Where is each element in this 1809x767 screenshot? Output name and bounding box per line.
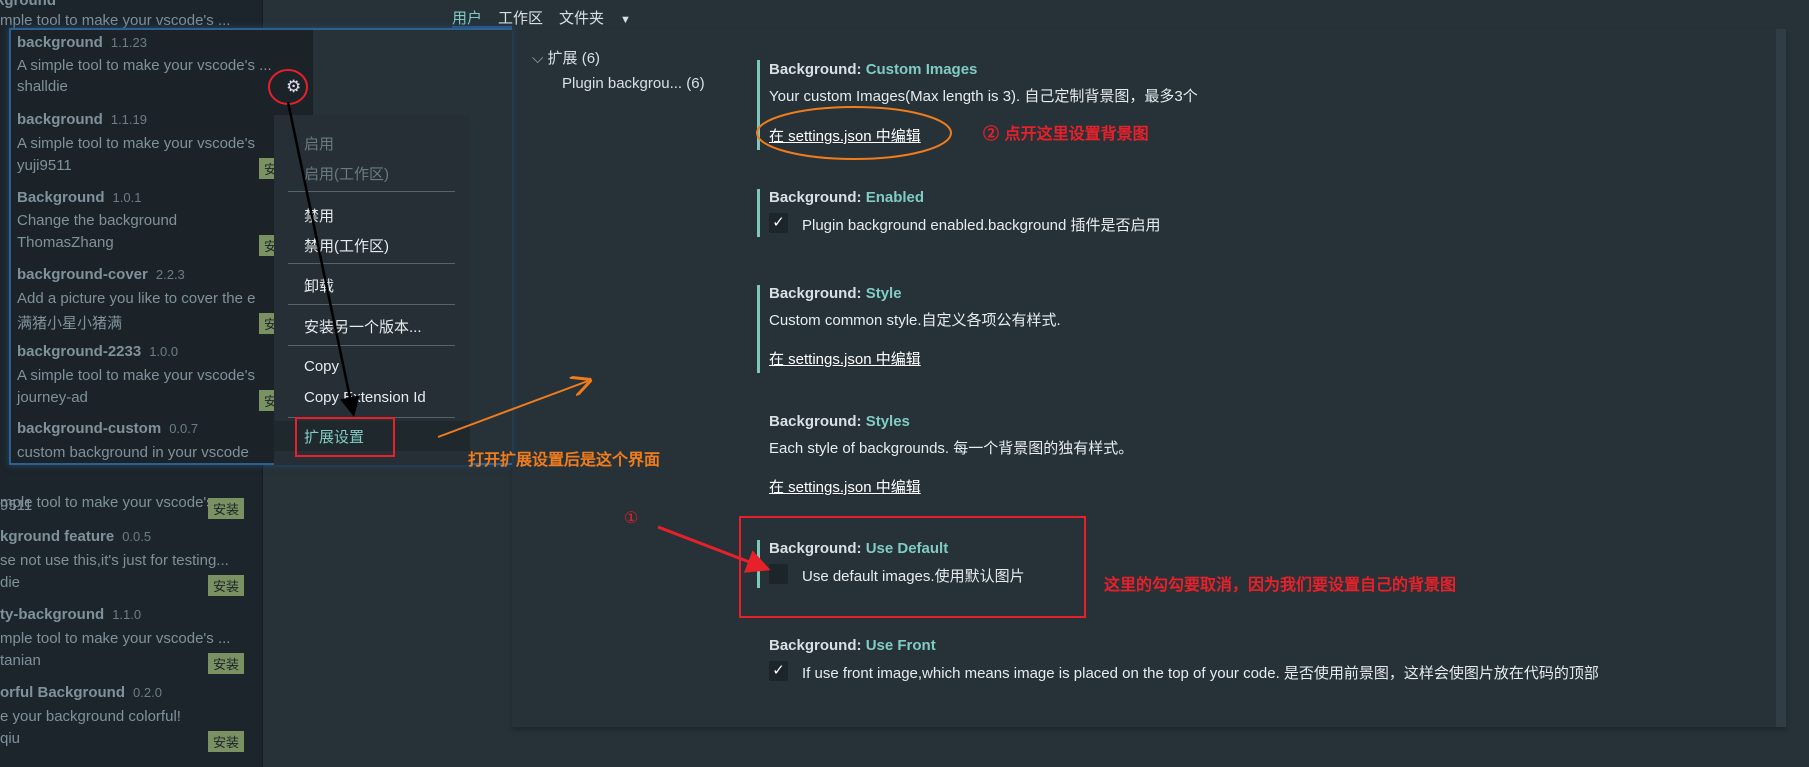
annotation-ellipse-link [756, 106, 952, 160]
annotation-text-open-settings: 打开扩展设置后是这个界面 [468, 450, 661, 469]
annotation-text-step2: ② 点开这里设置背景图 [983, 124, 1149, 143]
annotation-box-extension-settings [295, 417, 395, 457]
annotation-circle-gear [268, 69, 308, 105]
annotation-arrow-orange [437, 381, 588, 438]
annotation-arrow-red [657, 525, 771, 573]
annotation-box-use-default [739, 516, 1086, 618]
annotation-arrow-black [286, 101, 360, 417]
annotation-text-step1: ① [624, 508, 639, 527]
annotation-layer [268, 69, 1086, 618]
annotation-text-uncheck: 这里的勾勾要取消，因为我们要设置自己的背景图 [1104, 575, 1457, 594]
